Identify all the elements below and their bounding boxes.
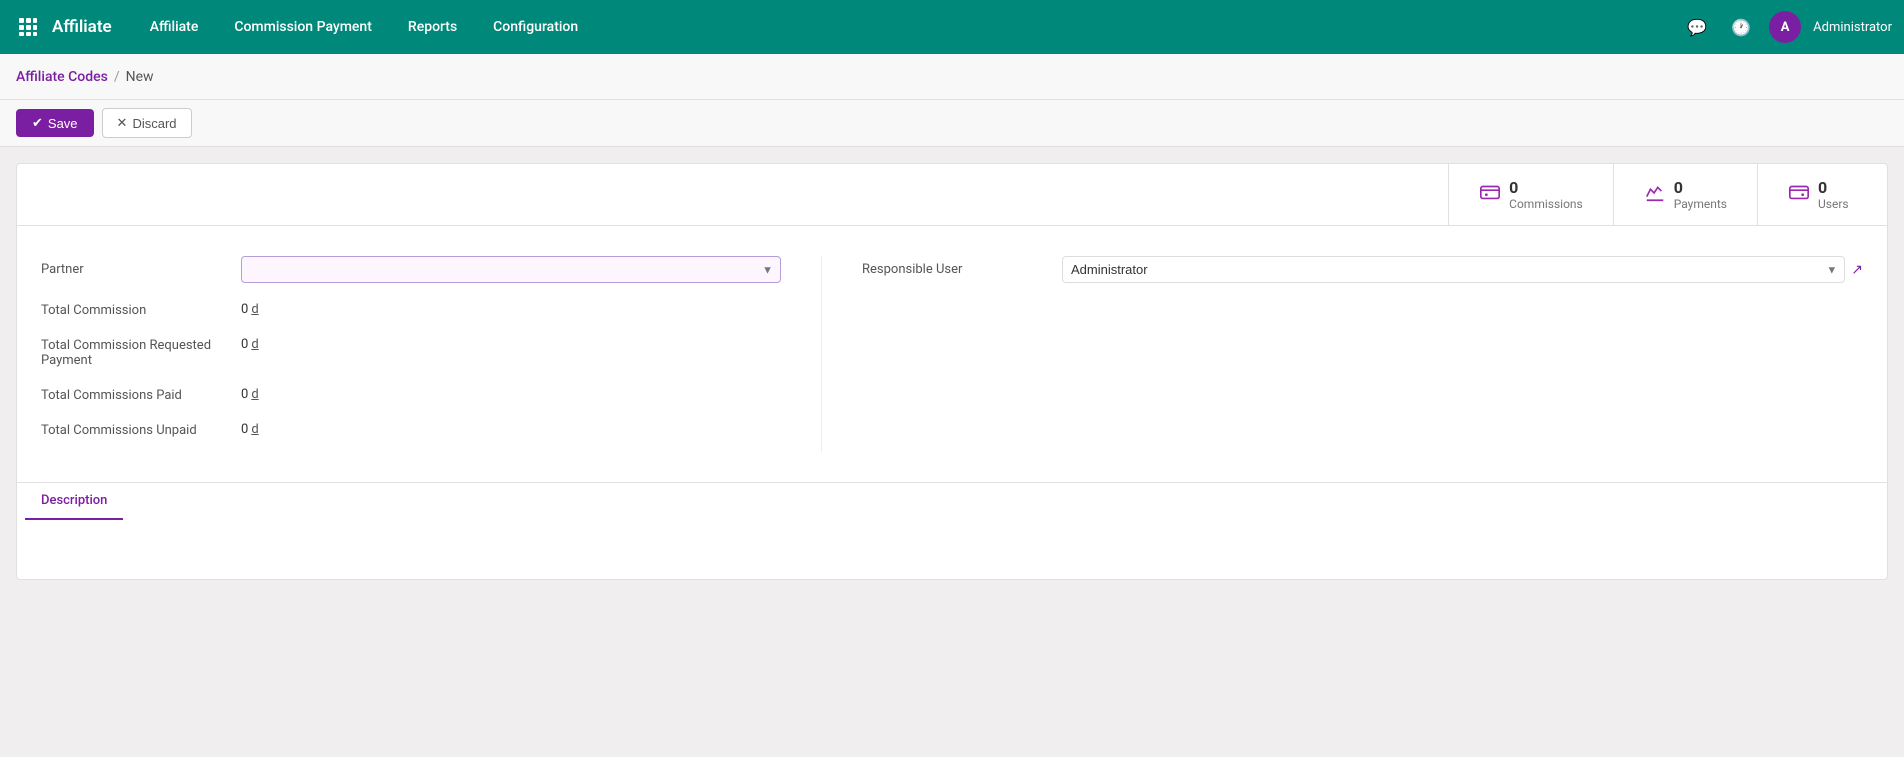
tabs-bar: Description	[17, 482, 1887, 519]
responsible-user-select-wrapper: Administrator ▼	[1062, 256, 1845, 283]
discard-label: Discard	[132, 116, 176, 131]
navbar: Affiliate Affiliate Commission Payment R…	[0, 0, 1904, 54]
total-commissions-paid-label: Total Commissions Paid	[41, 382, 241, 403]
partner-row: Partner ▼	[41, 256, 801, 283]
save-check-icon: ✔	[32, 115, 43, 131]
partner-select[interactable]	[241, 256, 781, 283]
breadcrumb-current: New	[126, 69, 154, 85]
total-commission-requested-value: 0 d	[241, 332, 259, 352]
nav-item-configuration[interactable]: Configuration	[475, 0, 596, 54]
commissions-icon	[1479, 181, 1501, 208]
breadcrumb-separator: /	[114, 69, 120, 85]
partner-select-wrapper: ▼	[241, 256, 781, 283]
breadcrumb-parent[interactable]: Affiliate Codes	[16, 69, 108, 85]
action-bar: ✔ Save ✕ Discard	[0, 100, 1904, 147]
avatar[interactable]: A	[1769, 11, 1801, 43]
tab-content-area	[17, 519, 1887, 579]
save-button[interactable]: ✔ Save	[16, 109, 94, 137]
users-label: Users	[1818, 197, 1849, 211]
total-commission-requested-row: Total Commission Requested Payment 0 d	[41, 332, 801, 368]
total-commissions-paid-currency: d	[251, 387, 258, 402]
total-commission-number: 0	[241, 302, 248, 317]
nav-item-reports[interactable]: Reports	[390, 0, 475, 54]
total-commissions-unpaid-label: Total Commissions Unpaid	[41, 417, 241, 438]
responsible-user-select[interactable]: Administrator	[1062, 256, 1845, 283]
total-commissions-unpaid-currency: d	[251, 422, 258, 437]
tab-description[interactable]: Description	[25, 483, 123, 520]
total-commission-label: Total Commission	[41, 297, 241, 318]
total-commissions-unpaid-value: 0 d	[241, 417, 259, 437]
chat-icon[interactable]: 💬	[1681, 11, 1713, 43]
total-commission-row: Total Commission 0 d	[41, 297, 801, 318]
form-area: Partner ▼ Total Commission 0	[17, 226, 1887, 472]
stats-bar: 0 Commissions 0 Payments	[17, 164, 1887, 226]
responsible-user-wrapper: Administrator ▼ ↗	[1062, 256, 1863, 283]
navbar-right: 💬 🕐 A Administrator	[1681, 11, 1892, 43]
payments-count: 0	[1674, 178, 1727, 197]
payments-icon	[1644, 181, 1666, 208]
total-commissions-paid-value: 0 d	[241, 382, 259, 402]
clock-icon[interactable]: 🕐	[1725, 11, 1757, 43]
username[interactable]: Administrator	[1813, 20, 1892, 35]
total-commission-requested-number: 0	[241, 337, 248, 352]
main-content: 0 Commissions 0 Payments	[0, 147, 1904, 596]
total-commission-requested-currency: d	[251, 337, 258, 352]
responsible-user-label: Responsible User	[862, 256, 1062, 277]
nav-item-affiliate[interactable]: Affiliate	[132, 0, 217, 54]
save-label: Save	[48, 116, 78, 131]
total-commission-requested-label: Total Commission Requested Payment	[41, 332, 241, 368]
users-icon	[1788, 181, 1810, 208]
col-right: Responsible User Administrator ▼ ↗	[821, 256, 1863, 452]
stat-payments[interactable]: 0 Payments	[1613, 164, 1757, 225]
stat-commissions[interactable]: 0 Commissions	[1448, 164, 1613, 225]
total-commissions-unpaid-row: Total Commissions Unpaid 0 d	[41, 417, 801, 438]
total-commission-value: 0 d	[241, 297, 259, 317]
app-title: Affiliate	[52, 17, 112, 37]
grid-icon[interactable]	[12, 11, 44, 43]
col-left: Partner ▼ Total Commission 0	[41, 256, 801, 452]
discard-x-icon: ✕	[117, 115, 128, 131]
payments-label: Payments	[1674, 197, 1727, 211]
commissions-label: Commissions	[1509, 197, 1583, 211]
users-count: 0	[1818, 178, 1849, 197]
total-commissions-paid-row: Total Commissions Paid 0 d	[41, 382, 801, 403]
external-link-icon[interactable]: ↗	[1851, 262, 1863, 278]
discard-button[interactable]: ✕ Discard	[102, 108, 192, 138]
responsible-user-row: Responsible User Administrator ▼ ↗	[862, 256, 1863, 283]
partner-label: Partner	[41, 256, 241, 277]
navbar-menu: Affiliate Commission Payment Reports Con…	[132, 0, 1681, 54]
total-commissions-paid-number: 0	[241, 387, 248, 402]
stat-users[interactable]: 0 Users	[1757, 164, 1887, 225]
two-col-form: Partner ▼ Total Commission 0	[41, 256, 1863, 452]
breadcrumb: Affiliate Codes / New	[0, 54, 1904, 100]
form-card: 0 Commissions 0 Payments	[16, 163, 1888, 580]
total-commission-currency: d	[251, 302, 258, 317]
total-commissions-unpaid-number: 0	[241, 422, 248, 437]
nav-item-commission-payment[interactable]: Commission Payment	[216, 0, 390, 54]
commissions-count: 0	[1509, 178, 1583, 197]
